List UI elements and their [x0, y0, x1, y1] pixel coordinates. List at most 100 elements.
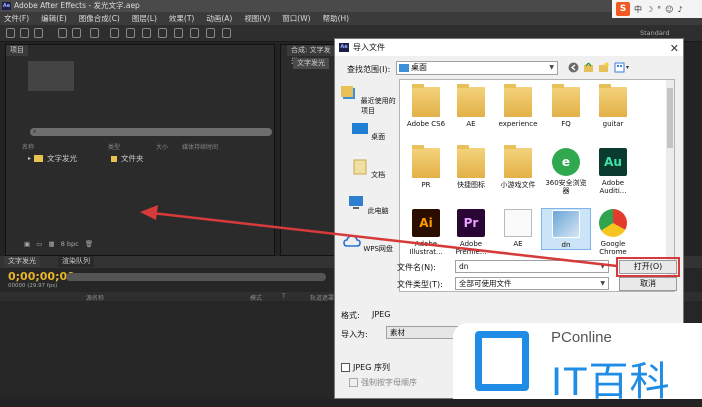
file-item[interactable]: Ai Adobe Illustrat...	[402, 209, 450, 256]
composition-panel: 合成: 文字发光 文字发光	[280, 44, 340, 256]
sogou-logo-icon[interactable]: S	[616, 2, 630, 16]
bpc-label[interactable]: 8 bpc	[61, 240, 79, 248]
text-tool-icon[interactable]	[142, 28, 151, 38]
filename-input[interactable]: dn ▼	[455, 260, 609, 273]
puppet-tool-icon[interactable]	[222, 28, 231, 38]
new-folder-icon[interactable]	[598, 62, 609, 73]
label-color-icon[interactable]	[111, 155, 118, 162]
pen-tool-icon[interactable]	[126, 28, 135, 38]
trash-icon[interactable]: 🗑	[85, 240, 93, 248]
place-desktop[interactable]: 桌面	[337, 121, 399, 142]
ime-smile-icon[interactable]: ☺	[665, 5, 673, 14]
eraser-tool-icon[interactable]	[190, 28, 199, 38]
menu-help[interactable]: 帮助(H)	[323, 12, 350, 25]
menu-layer[interactable]: 图层(L)	[132, 12, 157, 25]
tab-render-queue[interactable]: 渲染队列	[58, 256, 94, 267]
project-search-input[interactable]: ⌕	[30, 128, 272, 136]
file-item[interactable]: FQ	[542, 84, 590, 128]
clone-tool-icon[interactable]	[174, 28, 183, 38]
checkbox-box[interactable]	[341, 363, 350, 372]
hand-tool-icon[interactable]	[20, 28, 29, 38]
open-button[interactable]: 打开(O)	[616, 257, 680, 277]
desktop-folder-icon	[399, 64, 409, 72]
filetype-select[interactable]: 全部可使用文件 ▼	[455, 277, 609, 290]
project-thumbnail	[28, 61, 74, 91]
file-item[interactable]: Au Adobe Auditi...	[589, 148, 637, 195]
menu-composition[interactable]: 图像合成(C)	[79, 12, 120, 25]
item-type: 文件夹	[121, 154, 144, 163]
timeline-search-input[interactable]	[66, 273, 326, 281]
selection-tool-icon[interactable]	[6, 28, 15, 38]
pan-behind-tool-icon[interactable]	[90, 28, 99, 38]
col-type[interactable]: 类型	[108, 142, 156, 151]
file-item[interactable]: experience	[494, 84, 542, 128]
comp-subtab[interactable]: 文字发光	[293, 58, 329, 69]
sequence-checkbox[interactable]: JPEG 序列	[341, 362, 390, 373]
menu-file[interactable]: 文件(F)	[4, 12, 29, 25]
roto-tool-icon[interactable]	[206, 28, 215, 38]
new-comp-icon[interactable]: ▦	[48, 240, 54, 248]
project-panel: 项目 ⌕ 名称 类型 大小 媒体持续时间 ▸ 文字发光 文件夹 ▣ ▭ ▦ 8 …	[5, 44, 275, 256]
fps-display: 00000 (29.97 fps)	[8, 283, 58, 289]
col-mode[interactable]: 模式	[250, 293, 262, 302]
file-item[interactable]: guitar	[589, 84, 637, 128]
file-item[interactable]: Pr Adobe Premie...	[447, 209, 495, 256]
view-menu-icon[interactable]	[614, 62, 630, 73]
close-icon[interactable]: ✕	[670, 40, 679, 57]
ime-moon-icon[interactable]: ☽	[646, 5, 653, 14]
file-item[interactable]: 快捷图标	[447, 145, 495, 189]
col-source-name[interactable]: 源名称	[86, 293, 104, 302]
place-wps-cloud[interactable]: WPS网盘	[337, 233, 399, 254]
place-label: 最近使用的项目	[360, 97, 396, 115]
file-item[interactable]: Adobe CS6	[402, 84, 450, 128]
menu-view[interactable]: 视图(V)	[244, 12, 270, 25]
menu-edit[interactable]: 编辑(E)	[41, 12, 67, 25]
col-t[interactable]: T	[282, 293, 286, 300]
file-name: FQ	[561, 120, 571, 128]
look-in-select[interactable]: 桌面 ▼	[396, 61, 558, 75]
file-item[interactable]: AE	[447, 84, 495, 128]
place-label: 此电脑	[367, 207, 389, 215]
watermark-name: IT百科	[551, 360, 671, 404]
file-name: Adobe CS6	[406, 120, 446, 128]
dialog-title: 导入文件	[353, 43, 385, 52]
rotate-tool-icon[interactable]	[58, 28, 67, 38]
tab-project[interactable]: 项目	[6, 45, 28, 56]
ime-dot-icon[interactable]: °	[657, 5, 661, 14]
col-name[interactable]: 名称	[22, 142, 82, 151]
tab-timeline-comp[interactable]: 文字发光	[4, 256, 40, 267]
up-folder-icon[interactable]	[583, 62, 594, 73]
back-icon[interactable]	[568, 62, 579, 73]
zoom-tool-icon[interactable]	[34, 28, 43, 38]
cancel-button[interactable]: 取消	[619, 277, 677, 291]
file-item[interactable]: 小游戏文件	[494, 145, 542, 189]
file-item[interactable]: e 360安全浏览器	[542, 148, 590, 195]
file-item[interactable]: PR	[402, 145, 450, 189]
camera-tool-icon[interactable]	[72, 28, 81, 38]
col-duration[interactable]: 媒体持续时间	[182, 142, 242, 151]
place-this-pc[interactable]: 此电脑	[337, 195, 399, 216]
menu-effect[interactable]: 效果(T)	[169, 12, 194, 25]
place-documents[interactable]: 文档	[337, 159, 399, 180]
file-item-selected[interactable]: dn	[541, 208, 591, 250]
brush-tool-icon[interactable]	[158, 28, 167, 38]
expand-arrow-icon[interactable]: ▸	[28, 155, 31, 162]
col-size[interactable]: 大小	[156, 142, 182, 151]
project-item-row[interactable]: ▸ 文字发光 文件夹	[28, 153, 268, 164]
workspace-label[interactable]: Standard	[640, 29, 670, 37]
timecode-display[interactable]: 0;00;00;00	[8, 270, 75, 283]
scrollbar-thumb[interactable]	[667, 88, 673, 148]
filename-label: 文件名(N):	[397, 263, 436, 272]
col-track-matte[interactable]: 轨道遮罩	[310, 293, 334, 302]
shape-tool-icon[interactable]	[110, 28, 119, 38]
tab-composition[interactable]: 合成: 文字发光	[287, 45, 339, 65]
place-recent[interactable]: 最近使用的项目	[337, 85, 399, 116]
file-item[interactable]: Google Chrome	[589, 209, 637, 256]
menu-window[interactable]: 窗口(W)	[282, 12, 310, 25]
ime-mic-icon[interactable]: ♪	[678, 5, 683, 14]
menu-animation[interactable]: 动画(A)	[206, 12, 232, 25]
file-item[interactable]: AE	[494, 209, 542, 248]
new-folder-icon[interactable]: ▭	[36, 240, 42, 248]
interpret-footage-icon[interactable]: ▣	[24, 240, 30, 248]
ime-mode[interactable]: 中	[634, 4, 642, 15]
